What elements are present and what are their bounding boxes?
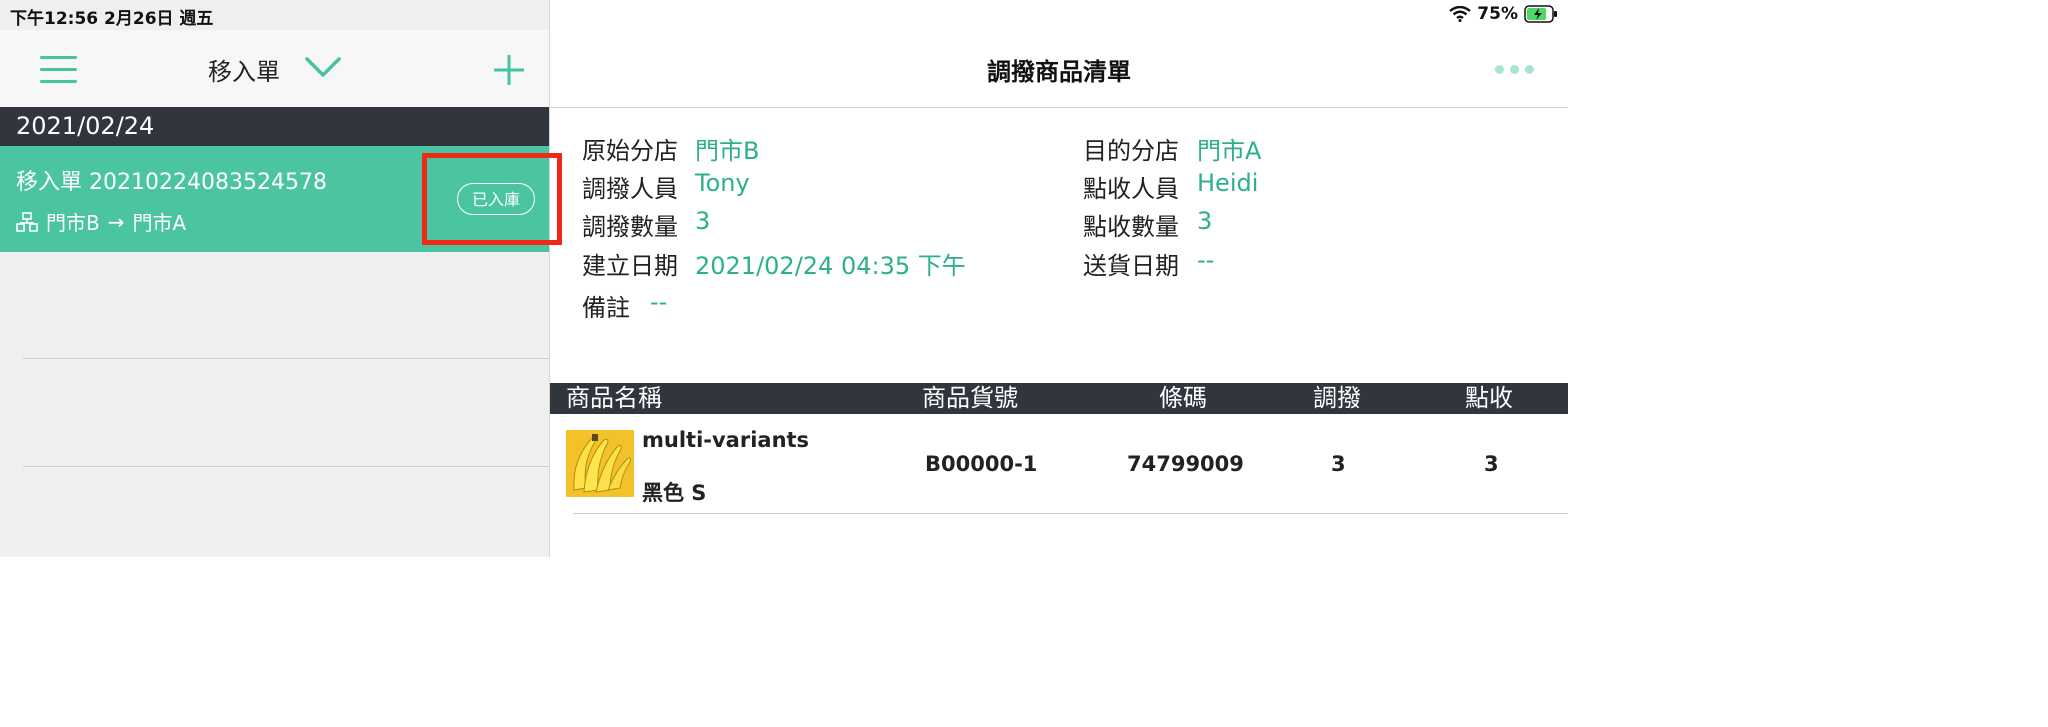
list-divider bbox=[23, 358, 549, 359]
receive-qty-label: 點收數量 bbox=[1083, 213, 1179, 241]
table-header bbox=[550, 383, 1568, 414]
battery-percent: 75% bbox=[1477, 4, 1518, 24]
date-section-header: 2021/02/24 bbox=[0, 107, 549, 146]
row-divider bbox=[573, 513, 1568, 514]
menu-icon[interactable] bbox=[40, 56, 77, 83]
status-time-date: 下午12:56 2月26日 週五 bbox=[10, 9, 214, 29]
transfer-qty-label: 調撥數量 bbox=[582, 213, 678, 241]
column-header-sku: 商品貨號 bbox=[922, 384, 1018, 412]
product-variant: 黑色 S bbox=[642, 481, 707, 505]
product-barcode: 74799009 bbox=[1127, 452, 1244, 476]
ship-date-label: 送貨日期 bbox=[1083, 252, 1179, 280]
product-sku: B00000-1 bbox=[925, 452, 1038, 476]
list-type-title[interactable]: 移入單 bbox=[208, 52, 280, 87]
wifi-icon bbox=[1449, 6, 1472, 22]
note-label: 備註 bbox=[582, 294, 630, 322]
created-date-value: 2021/02/24 04:35 下午 bbox=[695, 252, 966, 280]
transfer-qty-value: 3 bbox=[695, 207, 711, 235]
source-store-value: 門市B bbox=[695, 137, 760, 165]
more-options-icon[interactable] bbox=[1495, 65, 1534, 74]
receive-staff-label: 點收人員 bbox=[1083, 175, 1179, 203]
transfer-staff-label: 調撥人員 bbox=[582, 175, 678, 203]
chevron-down-icon[interactable] bbox=[305, 55, 341, 79]
source-store-label: 原始分店 bbox=[582, 137, 678, 165]
transfer-staff-value: Tony bbox=[695, 169, 750, 197]
add-icon[interactable] bbox=[494, 55, 524, 85]
highlight-box bbox=[422, 153, 562, 245]
list-divider bbox=[23, 466, 549, 467]
column-header-received: 點收 bbox=[1465, 384, 1513, 412]
created-date-label: 建立日期 bbox=[582, 252, 678, 280]
receive-staff-value: Heidi bbox=[1197, 169, 1259, 197]
status-indicators: 75% bbox=[1449, 4, 1558, 24]
detail-page-title: 調撥商品清單 bbox=[987, 58, 1131, 86]
dest-store-label: 目的分店 bbox=[1083, 137, 1179, 165]
transfer-route: 門市B → 門市A bbox=[16, 207, 186, 236]
dest-store-value: 門市A bbox=[1197, 137, 1262, 165]
ship-date-value: -- bbox=[1197, 246, 1215, 274]
product-image bbox=[566, 430, 634, 497]
banana-image bbox=[566, 430, 634, 497]
route-from: 門市B bbox=[46, 211, 100, 235]
transfer-count: 3 bbox=[1331, 452, 1346, 476]
transfer-order-title: 移入單 20210224083524578 bbox=[16, 170, 327, 195]
column-header-transfer: 調撥 bbox=[1313, 384, 1361, 412]
received-count: 3 bbox=[1484, 452, 1499, 476]
battery-charging-icon bbox=[1524, 5, 1557, 23]
store-hierarchy-icon bbox=[16, 211, 38, 232]
column-header-name: 商品名稱 bbox=[566, 384, 662, 412]
receive-qty-value: 3 bbox=[1197, 207, 1213, 235]
column-header-barcode: 條碼 bbox=[1159, 384, 1207, 412]
note-value: -- bbox=[650, 288, 668, 316]
route-to: 門市A bbox=[132, 211, 187, 235]
route-arrow: → bbox=[107, 209, 125, 234]
product-name: multi-variants bbox=[642, 428, 810, 452]
